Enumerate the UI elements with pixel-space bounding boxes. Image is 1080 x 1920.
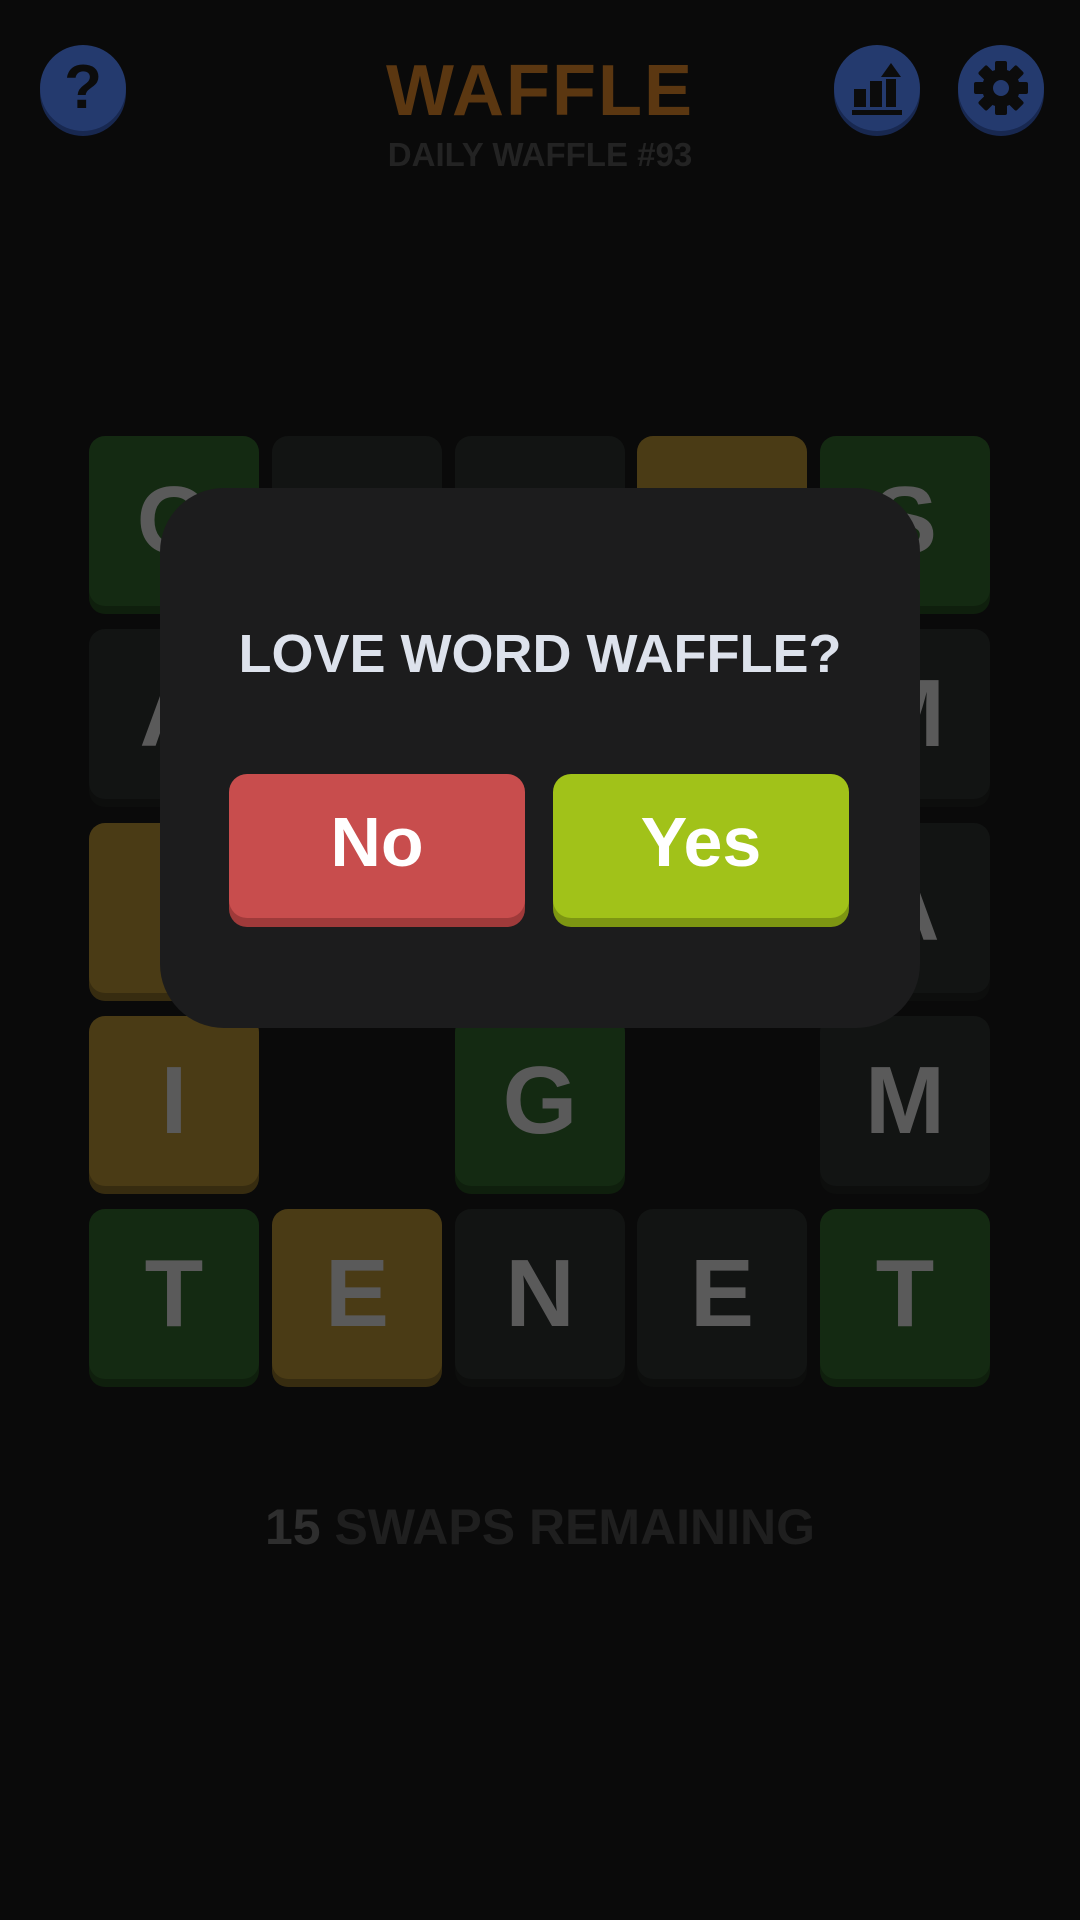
tile[interactable]: N <box>455 1209 625 1379</box>
modal-question: LOVE WORD WAFFLE? <box>238 624 842 684</box>
feedback-modal: LOVE WORD WAFFLE? No Yes <box>160 488 920 1028</box>
swaps-remaining: 15 SWAPS REMAINING <box>0 1498 1080 1556</box>
tile[interactable]: T <box>89 1209 259 1379</box>
tile[interactable]: T <box>820 1209 990 1379</box>
stats-chart-icon <box>852 63 902 115</box>
page-subtitle: DAILY WAFFLE #93 <box>387 136 693 173</box>
swaps-label: SWAPS REMAINING <box>334 1499 816 1555</box>
tile[interactable]: E <box>272 1209 442 1379</box>
yes-button[interactable]: Yes <box>553 774 849 918</box>
settings-button[interactable] <box>958 45 1044 131</box>
tile[interactable]: G <box>455 1016 625 1186</box>
tile[interactable]: I <box>89 1016 259 1186</box>
swaps-count: 15 <box>264 1499 321 1555</box>
tile[interactable]: M <box>820 1016 990 1186</box>
tile[interactable]: E <box>637 1209 807 1379</box>
stats-button[interactable] <box>834 45 920 131</box>
gear-icon <box>974 61 1028 115</box>
no-button[interactable]: No <box>229 774 525 918</box>
